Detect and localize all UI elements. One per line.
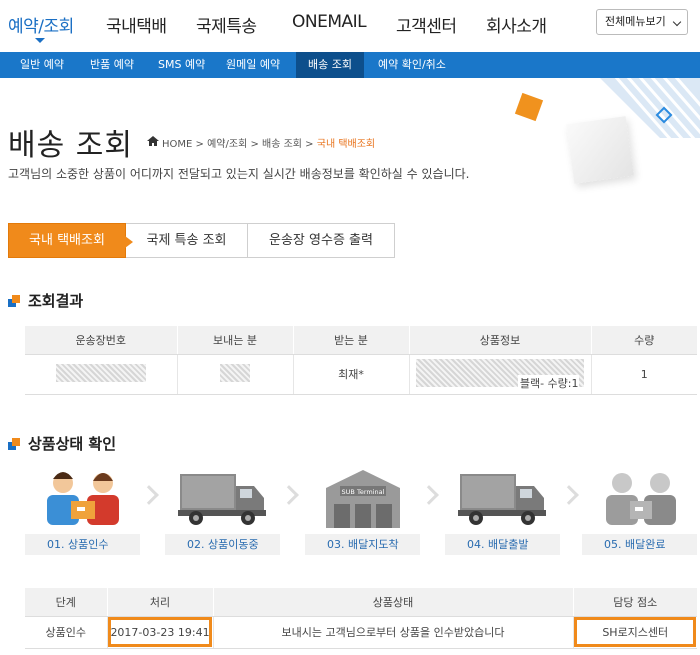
- nav-domestic[interactable]: 국내택배: [106, 12, 167, 37]
- cell-product: 블랙- 수량:1: [408, 354, 591, 395]
- page-description: 고객님의 소중한 상품이 어디까지 전달되고 있는지 실시간 배송정보를 확인하…: [8, 167, 470, 181]
- all-menu-button[interactable]: 전체메뉴보기: [596, 9, 688, 35]
- step-label-4: 04. 배달출발: [445, 534, 560, 555]
- step-in-transit: 02. 상품이동중: [165, 463, 280, 555]
- step-label-3: 03. 배달지도착: [305, 534, 420, 555]
- cell-receiver: 최재*: [292, 354, 409, 395]
- nav-company[interactable]: 회사소개: [486, 12, 547, 37]
- step-delivered: 05. 배달완료: [582, 463, 697, 555]
- terminal-sign: SUB Terminal: [341, 488, 384, 496]
- col-office: 담당 점소: [572, 588, 697, 617]
- cell-quantity: 1: [590, 354, 697, 395]
- section-bullet-icon: [8, 437, 20, 450]
- delivery-steps: 01. 상품인수 02. 상품이동중 SUB Terminal 03. 배달지도…: [25, 463, 697, 555]
- tab-receipt-print[interactable]: 운송장 영수증 출력: [247, 223, 395, 258]
- breadcrumb: HOME > 예약/조회 > 배송 조회 > 국내 택배조회: [162, 139, 376, 150]
- top-navigation: 예약/조회 국내택배 국제특송 ONEMAIL 고객센터 회사소개 전체메뉴보기: [0, 0, 700, 52]
- breadcrumb-reservation[interactable]: 예약/조회: [207, 139, 247, 150]
- chevron-right-icon: [139, 485, 159, 505]
- delivered-icon: [582, 463, 697, 533]
- table-row: 상품인수 2017-03-23 19:41 보내시는 고객님으로부터 상품을 인…: [25, 616, 697, 649]
- table-row: 최재* 블랙- 수량:1 1: [25, 354, 697, 395]
- truck-icon: [165, 463, 280, 533]
- redacted-tracking-number: [55, 363, 146, 382]
- chevron-right-icon: [559, 485, 579, 505]
- result-table: 운송장번호 보내는 분 받는 분 상품정보 수량 최재* 블랙- 수량:1 1: [25, 326, 697, 395]
- section-bullet-icon: [8, 294, 20, 307]
- breadcrumb-home[interactable]: HOME: [162, 139, 192, 150]
- step-label-1: 01. 상품인수: [25, 534, 140, 555]
- col-state: 상품상태: [212, 588, 573, 617]
- status-header-row: 단계 처리 상품상태 담당 점소: [25, 588, 697, 617]
- nav-reservation[interactable]: 예약/조회: [8, 12, 74, 37]
- product-suffix: 블랙- 수량:1: [517, 374, 579, 391]
- status-title-text: 상품상태 확인: [28, 435, 117, 453]
- terminal-icon: SUB Terminal: [305, 463, 420, 533]
- all-menu-label: 전체메뉴보기: [605, 15, 666, 28]
- cell-tracking-number: [25, 354, 177, 395]
- step-label-5: 05. 배달완료: [582, 534, 697, 555]
- result-section-title: 조회결과: [8, 290, 83, 311]
- breadcrumb-tracking[interactable]: 배송 조회: [262, 139, 302, 150]
- col-quantity: 수량: [590, 326, 697, 355]
- step-label-2: 02. 상품이동중: [165, 534, 280, 555]
- cell-stage: 상품인수: [25, 616, 107, 649]
- cell-sender: [176, 354, 293, 395]
- subnav-confirm-cancel[interactable]: 예약 확인/취소: [368, 52, 456, 78]
- chevron-right-icon: [279, 485, 299, 505]
- handover-icon: [25, 463, 140, 533]
- subnav-onemail-reservation[interactable]: 원메일 예약: [216, 52, 290, 78]
- col-product: 상품정보: [408, 326, 591, 355]
- step-out-for-delivery: 04. 배달출발: [445, 463, 560, 555]
- subnav-general-reservation[interactable]: 일반 예약: [10, 52, 74, 78]
- nav-international[interactable]: 국제특송: [196, 12, 257, 37]
- cell-state: 보내시는 고객님으로부터 상품을 인수받았습니다: [212, 616, 573, 649]
- cell-office: SH로지스센터: [572, 616, 697, 649]
- chevron-right-icon: [419, 485, 439, 505]
- tracking-tabs: 국내 택배조회 국제 특송 조회 운송장 영수증 출력: [8, 223, 395, 258]
- decorative-white-cube: [566, 116, 634, 184]
- decorative-orange-cube: [514, 92, 544, 122]
- home-icon: [147, 136, 159, 146]
- nav-customer-center[interactable]: 고객센터: [396, 12, 457, 37]
- breadcrumb-current: 국내 택배조회: [316, 139, 376, 150]
- status-table: 단계 처리 상품상태 담당 점소 상품인수 2017-03-23 19:41 보…: [25, 588, 697, 649]
- status-section-title: 상품상태 확인: [8, 433, 116, 454]
- step-received: 01. 상품인수: [25, 463, 140, 555]
- page-title: 배송 조회: [8, 128, 133, 163]
- result-title-text: 조회결과: [28, 292, 84, 310]
- col-sender: 보내는 분: [176, 326, 293, 355]
- nav-onemail[interactable]: ONEMAIL: [292, 12, 367, 32]
- subnav-tracking[interactable]: 배송 조회: [296, 52, 364, 78]
- col-processed: 처리: [106, 588, 213, 617]
- active-caret-icon: [35, 38, 45, 43]
- truck-icon: [445, 463, 560, 533]
- subnav-return-reservation[interactable]: 반품 예약: [80, 52, 144, 78]
- tab-domestic-tracking[interactable]: 국내 택배조회: [8, 223, 133, 258]
- result-header-row: 운송장번호 보내는 분 받는 분 상품정보 수량: [25, 326, 697, 355]
- cell-processed-time: 2017-03-23 19:41: [106, 616, 213, 649]
- sub-navigation: 일반 예약 반품 예약 SMS 예약 원메일 예약 배송 조회 예약 확인/취소: [0, 52, 700, 78]
- subnav-sms-reservation[interactable]: SMS 예약: [148, 52, 215, 78]
- col-stage: 단계: [25, 588, 107, 617]
- col-tracking-number: 운송장번호: [25, 326, 177, 355]
- col-receiver: 받는 분: [292, 326, 409, 355]
- tab-international-tracking[interactable]: 국제 특송 조회: [125, 223, 248, 258]
- redacted-sender: [220, 363, 250, 382]
- step-arrived: SUB Terminal 03. 배달지도착: [305, 463, 420, 555]
- chevron-down-icon: [672, 17, 682, 27]
